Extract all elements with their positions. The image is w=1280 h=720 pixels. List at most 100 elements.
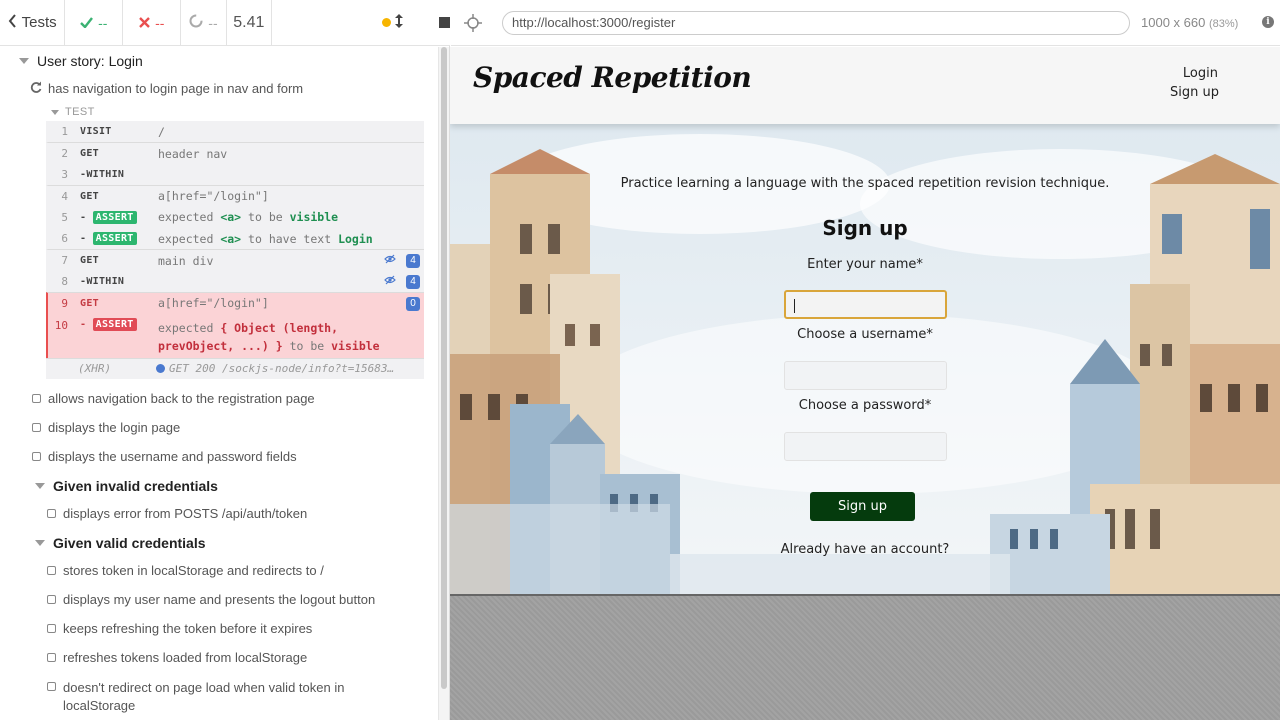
username-input[interactable] <box>784 361 947 390</box>
command-row[interactable]: 6 - ASSERT expected <a> to have text Log… <box>46 227 424 250</box>
command-row[interactable]: 3 -WITHIN <box>46 163 424 186</box>
controls <box>272 0 450 45</box>
command-name: - ASSERT <box>80 210 137 224</box>
command-name: - ASSERT <box>80 317 137 331</box>
element-count-badge: 4 <box>406 274 420 289</box>
command-row[interactable]: 7 GET main div 4 <box>46 249 424 271</box>
test-row[interactable]: displays my user name and presents the l… <box>47 592 375 607</box>
passed-count: -- <box>98 14 108 31</box>
test-section-label: TEST <box>65 106 95 118</box>
command-number: 6 <box>61 232 68 246</box>
url-bar[interactable]: http://localhost:3000/register <box>502 11 1130 35</box>
username-label: Choose a username* <box>797 327 933 342</box>
sub-suite-title: Given valid credentials <box>53 535 206 551</box>
command-row[interactable]: 2 GET header nav <box>46 142 424 164</box>
viewport-padding <box>450 594 1280 720</box>
caret-down-icon <box>51 109 59 115</box>
assert-badge: ASSERT <box>92 317 137 331</box>
test-checkbox-icon <box>32 452 41 461</box>
command-number: 8 <box>61 274 68 288</box>
command-number: 9 <box>61 296 68 310</box>
element-count-badge: 0 <box>406 297 420 312</box>
test-checkbox-icon <box>47 595 56 604</box>
sub-suite-row[interactable]: Given invalid credentials <box>35 478 218 494</box>
x-icon <box>139 15 150 31</box>
command-message: main div <box>158 253 214 268</box>
failed-stat[interactable]: -- <box>123 0 182 45</box>
command-message: a[href="/login"] <box>158 296 269 311</box>
test-row[interactable]: keeps refreshing the token before it exp… <box>47 621 312 636</box>
command-row[interactable]: 8 -WITHIN 4 <box>46 270 424 293</box>
command-number: 2 <box>61 147 68 161</box>
form-title: Sign up <box>822 216 908 240</box>
test-section-header[interactable]: TEST <box>51 106 95 118</box>
running-indicator-icon <box>381 18 391 27</box>
test-title: displays error from POSTS /api/auth/toke… <box>63 506 308 521</box>
test-checkbox-icon <box>47 509 56 518</box>
test-checkbox-icon <box>47 682 56 691</box>
suite-row[interactable]: User story: Login <box>19 53 143 69</box>
reporter-header: Tests -- -- -- 5.41 <box>0 0 450 46</box>
test-title: stores token in localStorage and redirec… <box>63 563 324 578</box>
command-row-failed[interactable]: 9 GET a[href="/login"] 0 <box>46 292 424 314</box>
command-name: GET <box>80 255 99 267</box>
command-row[interactable]: 5 - ASSERT expected <a> to be visible <box>46 206 424 228</box>
test-reporter: Tests -- -- -- 5.41 User story: Login ha… <box>0 0 450 720</box>
sub-suite-row[interactable]: Given valid credentials <box>35 535 206 551</box>
command-row[interactable]: 1 VISIT / <box>46 121 424 143</box>
viewport-size: 1000 x 660 (83%) <box>1141 15 1239 30</box>
stop-icon[interactable] <box>438 17 450 28</box>
auto-scroll-icon[interactable] <box>394 14 403 31</box>
signup-button[interactable]: Sign up <box>810 492 915 521</box>
command-row[interactable]: 4 GET a[href="/login"] <box>46 185 424 207</box>
caret-down-icon <box>35 483 45 489</box>
command-message: expected <a> to have text Login <box>158 231 373 246</box>
current-test-title: has navigation to login page in nav and … <box>48 81 304 96</box>
xhr-label: (XHR) <box>78 362 112 376</box>
already-have-account-link[interactable]: Already have an account? <box>450 542 1280 557</box>
test-row[interactable]: allows navigation back to the registrati… <box>32 391 315 406</box>
test-checkbox-icon <box>47 653 56 662</box>
test-title: keeps refreshing the token before it exp… <box>63 621 313 636</box>
check-icon <box>80 15 94 31</box>
test-row[interactable]: doesn't redirect on page load when valid… <box>47 679 344 715</box>
test-title: allows navigation back to the registrati… <box>48 391 315 406</box>
app-iframe: Spaced Repetition Login Sign up Practice… <box>450 47 1280 594</box>
eye-slash-icon <box>384 275 396 288</box>
command-number: 10 <box>54 318 68 332</box>
name-input[interactable] <box>784 290 947 319</box>
test-checkbox-icon <box>32 394 41 403</box>
reporter-scrollbar[interactable] <box>438 47 449 720</box>
text-caret <box>794 299 795 313</box>
pending-count: -- <box>208 14 218 31</box>
password-label: Choose a password* <box>798 398 932 413</box>
test-row[interactable]: displays the login page <box>32 420 180 435</box>
password-input[interactable] <box>784 432 947 461</box>
nav-login-link[interactable]: Login <box>1183 66 1218 81</box>
command-message: header nav <box>158 146 228 161</box>
test-row[interactable]: refreshes tokens loaded from localStorag… <box>47 650 307 665</box>
pending-stat[interactable]: -- <box>181 0 227 45</box>
command-row-failed[interactable]: 10 - ASSERT expected { Object (length, pr… <box>46 313 424 358</box>
command-number: 5 <box>61 210 68 224</box>
command-name: -WITHIN <box>80 168 125 180</box>
test-row[interactable]: displays error from POSTS /api/auth/toke… <box>47 506 307 521</box>
site-logo[interactable]: Spaced Repetition <box>473 61 752 94</box>
info-icon[interactable]: i <box>1262 16 1274 28</box>
passed-stat[interactable]: -- <box>65 0 124 45</box>
scrollbar-thumb[interactable] <box>441 47 447 689</box>
selector-playground-icon[interactable] <box>464 14 482 32</box>
command-name: GET <box>80 297 99 309</box>
current-test-row[interactable]: has navigation to login page in nav and … <box>30 81 303 96</box>
nav-signup-link[interactable]: Sign up <box>1170 85 1219 100</box>
command-message: expected <a> to be visible <box>158 210 339 225</box>
sub-suite-title: Given invalid credentials <box>53 478 218 494</box>
xhr-row[interactable]: (XHR) GET 200 /sockjs-node/info?t=15683… <box>46 357 424 379</box>
duration: 5.41 <box>227 0 272 45</box>
back-to-tests-button[interactable]: Tests <box>0 0 66 45</box>
test-row[interactable]: displays the username and password field… <box>32 449 297 464</box>
test-row[interactable]: stores token in localStorage and redirec… <box>47 563 324 578</box>
assert-badge: ASSERT <box>92 210 137 224</box>
test-checkbox-icon <box>47 566 56 575</box>
chevron-left-icon <box>8 13 17 32</box>
